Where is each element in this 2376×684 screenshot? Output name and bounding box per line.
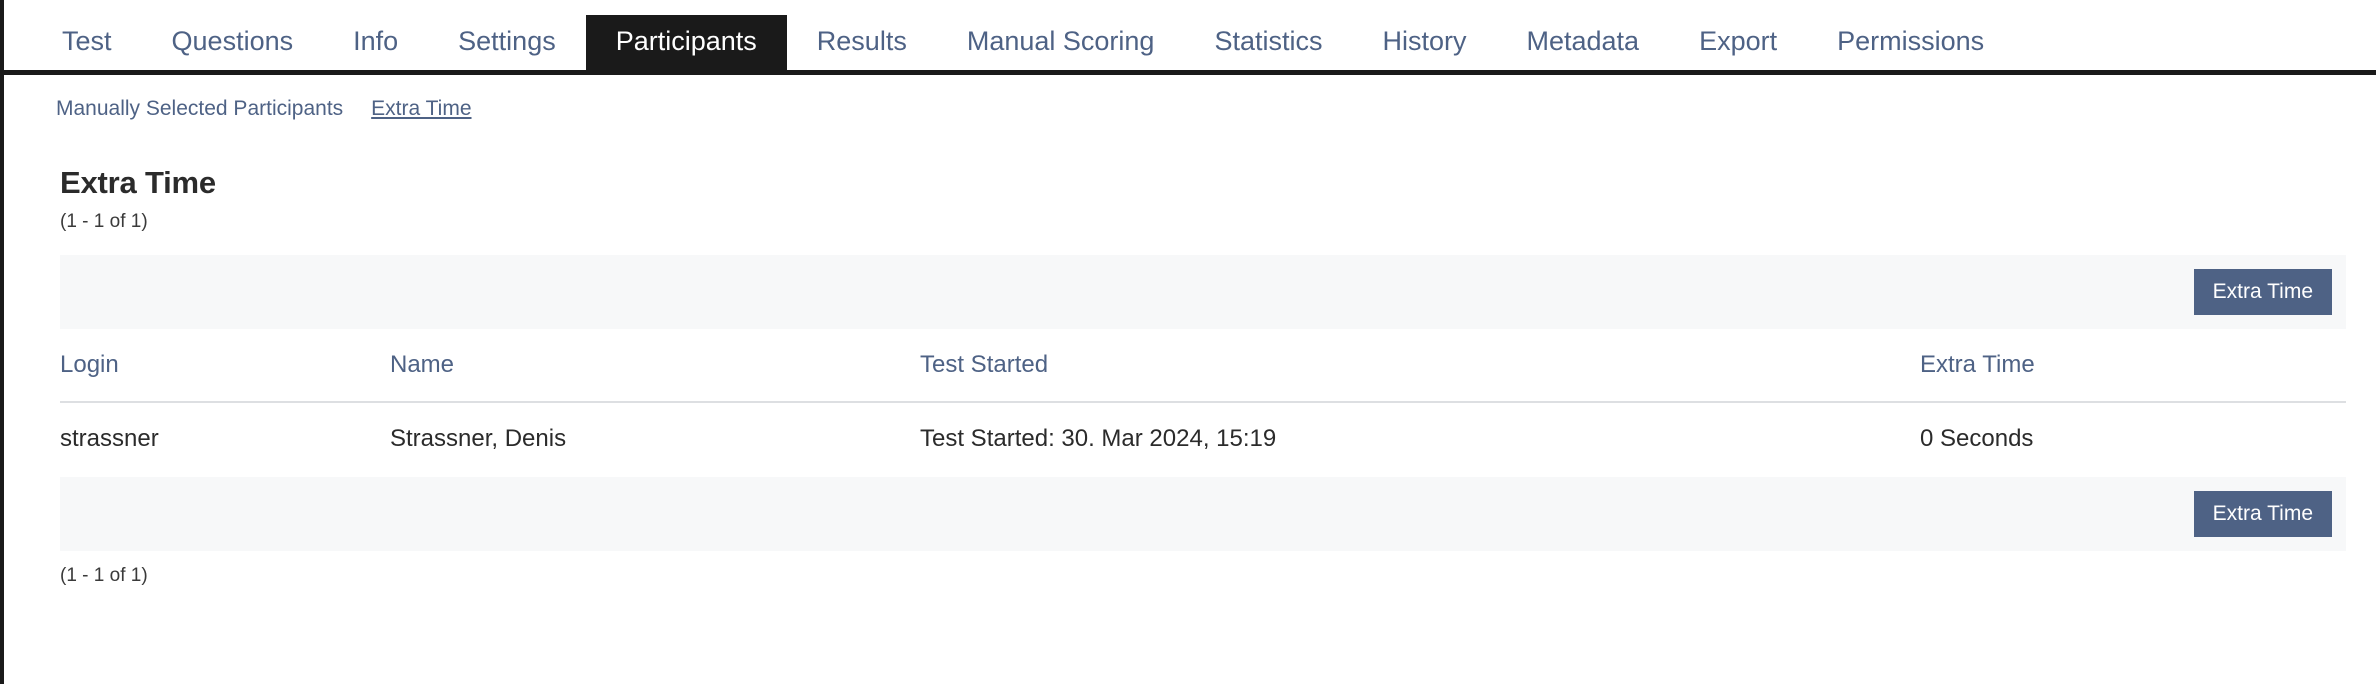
tab-permissions[interactable]: Permissions bbox=[1807, 15, 2014, 71]
main-content: Extra Time (1 - 1 of 1) Extra Time Login… bbox=[4, 165, 2376, 587]
tab-test[interactable]: Test bbox=[32, 15, 142, 71]
table-row: strassner Strassner, Denis Test Started:… bbox=[60, 402, 2346, 477]
subnav-item-extra-time[interactable]: Extra Time bbox=[371, 97, 471, 121]
cell-login: strassner bbox=[60, 425, 159, 452]
extra-time-table-block: Extra Time Login Name Test Started Extra… bbox=[60, 255, 2346, 551]
cell-name: Strassner, Denis bbox=[390, 425, 567, 452]
participants-table: Login Name Test Started Extra Time stras… bbox=[60, 329, 2346, 477]
tab-manual-scoring[interactable]: Manual Scoring bbox=[937, 15, 1185, 71]
tab-statistics[interactable]: Statistics bbox=[1184, 15, 1352, 71]
result-count-bottom: (1 - 1 of 1) bbox=[60, 565, 148, 586]
cell-extra-time: 0 Seconds bbox=[1920, 425, 2034, 452]
sub-navigation: Manually Selected Participants Extra Tim… bbox=[4, 75, 2376, 139]
page-title: Extra Time bbox=[60, 165, 216, 200]
page-root: Test Questions Info Settings Participant… bbox=[4, 0, 2376, 684]
column-header-name[interactable]: Name bbox=[390, 329, 920, 403]
result-count-top: (1 - 1 of 1) bbox=[60, 211, 148, 232]
left-edge-rule bbox=[0, 0, 4, 684]
table-header-row: Login Name Test Started Extra Time bbox=[60, 329, 2346, 403]
tab-history[interactable]: History bbox=[1352, 15, 1496, 71]
tab-export[interactable]: Export bbox=[1669, 15, 1807, 71]
main-tab-bar: Test Questions Info Settings Participant… bbox=[4, 0, 2376, 75]
tab-results[interactable]: Results bbox=[787, 15, 937, 71]
subnav-item-manually-selected-participants[interactable]: Manually Selected Participants bbox=[56, 97, 343, 121]
tab-participants[interactable]: Participants bbox=[585, 15, 787, 71]
column-header-extra-time[interactable]: Extra Time bbox=[1920, 329, 2346, 403]
column-header-login[interactable]: Login bbox=[60, 329, 390, 403]
tab-info[interactable]: Info bbox=[323, 15, 428, 71]
cell-test-started: Test Started: 30. Mar 2024, 15:19 bbox=[920, 425, 1277, 452]
table-toolbar-bottom: Extra Time bbox=[60, 477, 2346, 551]
tab-questions[interactable]: Questions bbox=[142, 15, 324, 71]
tab-settings[interactable]: Settings bbox=[428, 15, 586, 71]
extra-time-button-bottom[interactable]: Extra Time bbox=[2193, 490, 2332, 538]
table-body: strassner Strassner, Denis Test Started:… bbox=[60, 402, 2346, 477]
table-head: Login Name Test Started Extra Time bbox=[60, 329, 2346, 403]
column-header-test-started[interactable]: Test Started bbox=[920, 329, 1920, 403]
tab-metadata[interactable]: Metadata bbox=[1496, 15, 1669, 71]
table-toolbar-top: Extra Time bbox=[60, 255, 2346, 329]
extra-time-button-top[interactable]: Extra Time bbox=[2193, 268, 2332, 316]
